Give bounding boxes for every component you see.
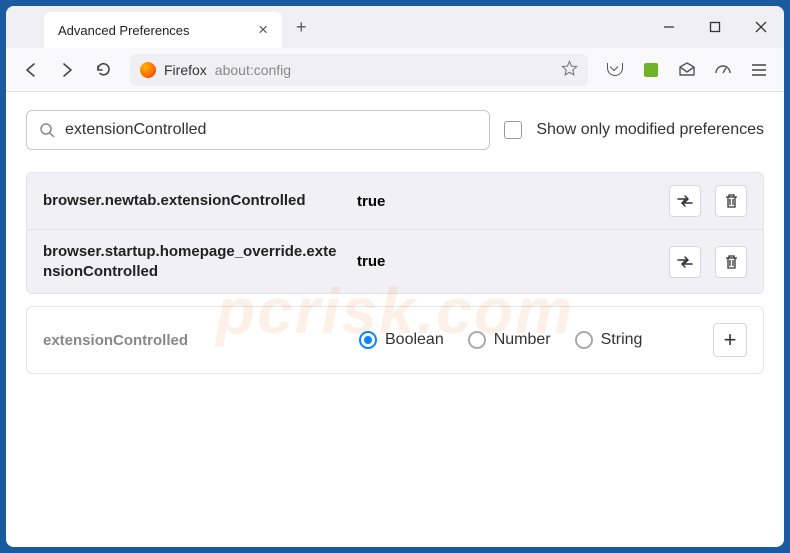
pref-name: browser.startup.homepage_override.extens… xyxy=(43,242,343,281)
modified-only-checkbox[interactable] xyxy=(504,121,522,139)
pref-row: browser.startup.homepage_override.extens… xyxy=(27,229,763,293)
modified-only-label: Show only modified preferences xyxy=(536,121,764,139)
radio-string[interactable]: String xyxy=(575,331,643,349)
toggle-button[interactable] xyxy=(669,185,701,217)
delete-button[interactable] xyxy=(715,185,747,217)
pref-name: browser.newtab.extensionControlled xyxy=(43,191,343,211)
add-pref-button[interactable]: + xyxy=(713,323,747,357)
maximize-button[interactable] xyxy=(692,6,738,48)
firefox-icon xyxy=(140,62,156,78)
radio-icon xyxy=(468,331,486,349)
url-path: about:config xyxy=(215,62,291,78)
radio-icon xyxy=(575,331,593,349)
pref-value: true xyxy=(357,253,655,270)
minimize-button[interactable] xyxy=(646,6,692,48)
radio-label: Number xyxy=(494,331,551,349)
radio-label: Boolean xyxy=(385,331,444,349)
results-list: browser.newtab.extensionControlled true … xyxy=(26,172,764,294)
radio-icon xyxy=(359,331,377,349)
add-pref-name: extensionControlled xyxy=(43,332,343,349)
delete-button[interactable] xyxy=(715,246,747,278)
radio-boolean[interactable]: Boolean xyxy=(359,331,444,349)
search-input[interactable] xyxy=(65,121,477,139)
add-pref-row: extensionControlled Boolean Number Strin… xyxy=(26,306,764,374)
back-button[interactable] xyxy=(14,54,48,86)
address-bar[interactable]: Firefox about:config xyxy=(130,54,588,86)
radio-label: String xyxy=(601,331,643,349)
search-row: Show only modified preferences xyxy=(26,110,764,150)
search-icon xyxy=(39,122,55,138)
pref-value: true xyxy=(357,193,655,210)
reload-button[interactable] xyxy=(86,54,120,86)
forward-button[interactable] xyxy=(50,54,84,86)
menu-button[interactable] xyxy=(742,54,776,86)
tab-title: Advanced Preferences xyxy=(58,23,190,38)
dashboard-icon[interactable] xyxy=(706,54,740,86)
type-radio-group: Boolean Number String xyxy=(359,331,697,349)
close-window-button[interactable] xyxy=(738,6,784,48)
titlebar: Advanced Preferences × + xyxy=(6,6,784,48)
pref-row: browser.newtab.extensionControlled true xyxy=(27,173,763,229)
extension-icon[interactable] xyxy=(634,54,668,86)
search-box[interactable] xyxy=(26,110,490,150)
window-controls xyxy=(646,6,784,48)
radio-number[interactable]: Number xyxy=(468,331,551,349)
pocket-icon[interactable] xyxy=(598,54,632,86)
close-tab-icon[interactable]: × xyxy=(258,20,268,40)
toggle-button[interactable] xyxy=(669,246,701,278)
page-content: pcrisk.com Show only modified preference… xyxy=(6,92,784,547)
toolbar: Firefox about:config xyxy=(6,48,784,92)
bookmark-star-icon[interactable] xyxy=(561,60,578,80)
inbox-icon[interactable] xyxy=(670,54,704,86)
browser-tab[interactable]: Advanced Preferences × xyxy=(44,12,282,48)
url-identity: Firefox xyxy=(164,62,207,78)
browser-window: Advanced Preferences × + Firefox about:c… xyxy=(6,6,784,547)
new-tab-button[interactable]: + xyxy=(296,17,307,38)
